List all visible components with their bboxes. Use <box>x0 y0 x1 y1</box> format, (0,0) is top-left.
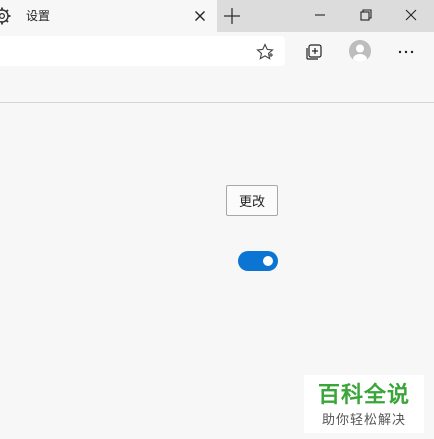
close-icon[interactable] <box>190 6 210 26</box>
watermark-title: 百科全说 <box>317 383 410 408</box>
toolbar <box>0 32 434 72</box>
plus-icon[interactable] <box>221 5 243 27</box>
header-divider <box>0 102 434 103</box>
avatar[interactable] <box>349 40 371 62</box>
tab-title: 设置 <box>26 9 51 23</box>
restore-icon[interactable] <box>355 4 377 26</box>
change-button[interactable]: 更改 <box>226 185 278 216</box>
more-icon[interactable] <box>396 42 416 62</box>
tab-bar: 设置 <box>0 0 434 32</box>
watermark-subtitle: 助你轻松解决 <box>321 413 406 428</box>
toggle-knob <box>263 256 273 266</box>
tab-settings[interactable]: 设置 <box>0 0 217 32</box>
collections-icon[interactable] <box>305 43 323 61</box>
close-icon[interactable] <box>400 4 422 26</box>
watermark: 百科全说 助你轻松解决 <box>304 375 424 433</box>
gear-icon <box>0 6 12 26</box>
address-bar[interactable] <box>0 36 285 66</box>
browser-window: 设置 更改 百科全说 助你轻松解决 <box>0 0 434 439</box>
toggle-switch[interactable] <box>238 251 278 271</box>
star-icon[interactable] <box>256 43 274 61</box>
minimize-icon[interactable] <box>309 4 331 26</box>
